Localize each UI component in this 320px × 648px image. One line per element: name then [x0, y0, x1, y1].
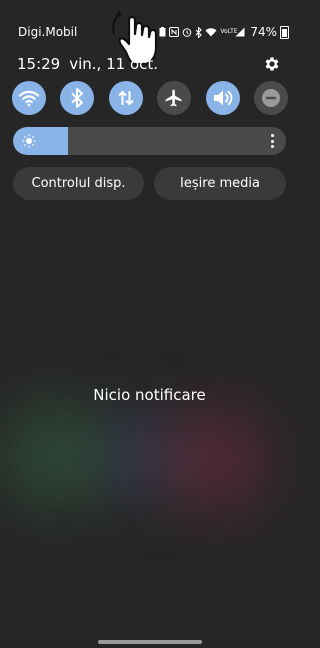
status-icons: VoLTE 74%	[159, 25, 289, 39]
battery-icon	[280, 25, 289, 39]
wifi-toggle[interactable]	[12, 81, 46, 115]
mobile-data-icon	[118, 90, 134, 106]
quick-settings-row	[12, 81, 288, 115]
settings-gear-icon[interactable]	[263, 55, 281, 73]
wifi-icon	[205, 28, 217, 37]
media-output-label: Ieșire media	[180, 176, 260, 191]
battery-percentage: 74%	[250, 25, 277, 39]
no-notifications-text: Nicio notificare	[93, 386, 206, 404]
brightness-slider[interactable]	[13, 127, 286, 155]
bluetooth-toggle[interactable]	[60, 81, 95, 115]
background-glow-blue	[95, 405, 185, 505]
airplane-mode-toggle[interactable]	[157, 81, 192, 115]
brightness-sun-icon	[22, 134, 36, 148]
sound-icon	[213, 90, 232, 106]
signal-icon	[235, 27, 245, 37]
carrier-name: Digi.Mobil	[18, 25, 78, 39]
background-glow-red	[160, 405, 270, 515]
bluetooth-icon	[71, 88, 84, 108]
background-glow-green	[0, 400, 110, 510]
nfc-icon	[169, 27, 180, 37]
home-indicator[interactable]	[98, 640, 202, 644]
wifi-icon	[18, 90, 40, 107]
device-control-button[interactable]: Controlul disp.	[13, 167, 144, 200]
header-row: 15:29 vin., 11 oct.	[17, 52, 281, 76]
media-output-button[interactable]: Ieșire media	[154, 167, 286, 200]
alarm-icon	[183, 28, 192, 37]
mobile-data-toggle[interactable]	[108, 81, 143, 115]
date[interactable]: vin., 11 oct.	[69, 55, 158, 73]
airplane-mode-icon	[165, 89, 182, 107]
do-not-disturb-toggle[interactable]	[253, 81, 288, 115]
bluetooth-icon	[195, 26, 203, 38]
do-not-disturb-icon	[261, 89, 280, 107]
device-control-label: Controlul disp.	[31, 176, 126, 191]
volte-icon: VoLTE	[220, 28, 238, 35]
more-options-icon[interactable]	[270, 134, 274, 148]
sound-toggle[interactable]	[205, 81, 240, 115]
clock[interactable]: 15:29	[17, 55, 60, 73]
